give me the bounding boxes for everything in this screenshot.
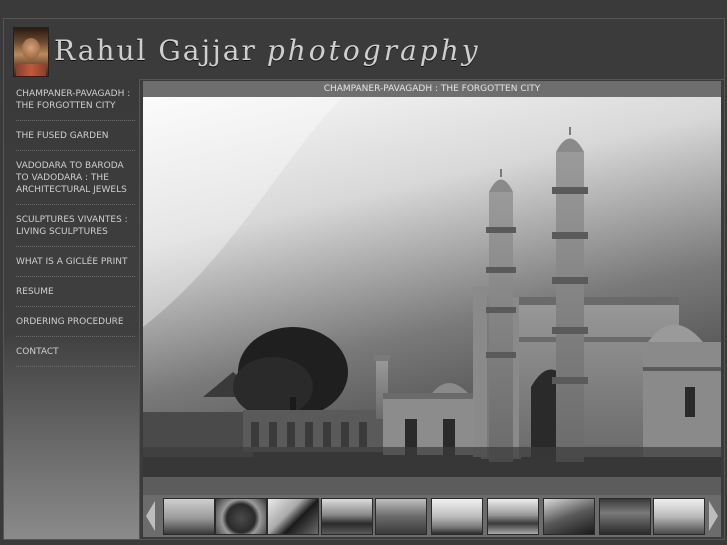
nav-item-label: SCULPTURES VIVANTES : LIVING SCULPTURES xyxy=(16,214,135,247)
thumbnail[interactable] xyxy=(163,498,215,535)
thumbnail[interactable] xyxy=(487,498,539,535)
nav-item-resume[interactable]: RESUME xyxy=(4,286,139,307)
avatar-shirt xyxy=(16,64,46,76)
nav-item-contact[interactable]: CONTACT xyxy=(4,346,139,367)
avatar xyxy=(13,27,49,77)
thumbnail-strip-header xyxy=(143,477,721,495)
nav-item-giclee-print[interactable]: WHAT IS A GICLÉE PRINT xyxy=(4,256,139,277)
thumbnail[interactable] xyxy=(431,498,483,535)
triangle-right-icon[interactable] xyxy=(709,501,718,531)
gallery-main: CHAMPANER-PAVAGADH : THE FORGOTTEN CITY xyxy=(143,81,721,537)
mosque-photo-svg xyxy=(143,97,721,477)
thumbnail-strip xyxy=(143,495,721,537)
thumbnail[interactable] xyxy=(653,498,705,535)
nav-item-ordering-procedure[interactable]: ORDERING PROCEDURE xyxy=(4,316,139,337)
thumbnail[interactable] xyxy=(267,498,319,535)
thumbnail[interactable] xyxy=(215,498,267,535)
nav-item-label: CONTACT xyxy=(16,346,135,367)
triangle-left-icon[interactable] xyxy=(146,501,155,531)
nav-item-label: RESUME xyxy=(16,286,135,307)
avatar-face xyxy=(22,38,40,60)
nav-item-fused-garden[interactable]: THE FUSED GARDEN xyxy=(4,130,139,151)
nav-item-champaner-pavagadh[interactable]: CHAMPANER-PAVAGADH : THE FORGOTTEN CITY xyxy=(4,88,139,121)
thumbnail[interactable] xyxy=(599,498,651,535)
nav-item-label: THE FUSED GARDEN xyxy=(16,130,135,151)
site-logo[interactable]: Rahul Gajjar photography xyxy=(54,34,481,67)
nav-item-sculptures-vivantes[interactable]: SCULPTURES VIVANTES : LIVING SCULPTURES xyxy=(4,214,139,247)
brand-name: Rahul Gajjar xyxy=(54,34,257,67)
nav-item-label: CHAMPANER-PAVAGADH : THE FORGOTTEN CITY xyxy=(16,88,135,121)
main-photo[interactable] xyxy=(143,97,721,477)
thumbnail[interactable] xyxy=(543,498,595,535)
sidebar-nav: CHAMPANER-PAVAGADH : THE FORGOTTEN CITY … xyxy=(4,79,139,367)
thumbnail[interactable] xyxy=(321,498,373,535)
brand-tagline: photography xyxy=(266,34,481,67)
nav-item-vadodara[interactable]: VADODARA TO BARODA TO VADODARA : THE ARC… xyxy=(4,160,139,205)
page-frame: Rahul Gajjar photography CHAMPANER-PAVAGA… xyxy=(3,18,725,540)
nav-item-label: WHAT IS A GICLÉE PRINT xyxy=(16,256,135,277)
site-header: Rahul Gajjar photography xyxy=(4,19,724,79)
nav-item-label: ORDERING PROCEDURE xyxy=(16,316,135,337)
gallery-title: CHAMPANER-PAVAGADH : THE FORGOTTEN CITY xyxy=(143,81,721,97)
thumbnail[interactable] xyxy=(375,498,427,535)
sidebar: CHAMPANER-PAVAGADH : THE FORGOTTEN CITY … xyxy=(4,79,140,539)
nav-item-label: VADODARA TO BARODA TO VADODARA : THE ARC… xyxy=(16,160,135,205)
